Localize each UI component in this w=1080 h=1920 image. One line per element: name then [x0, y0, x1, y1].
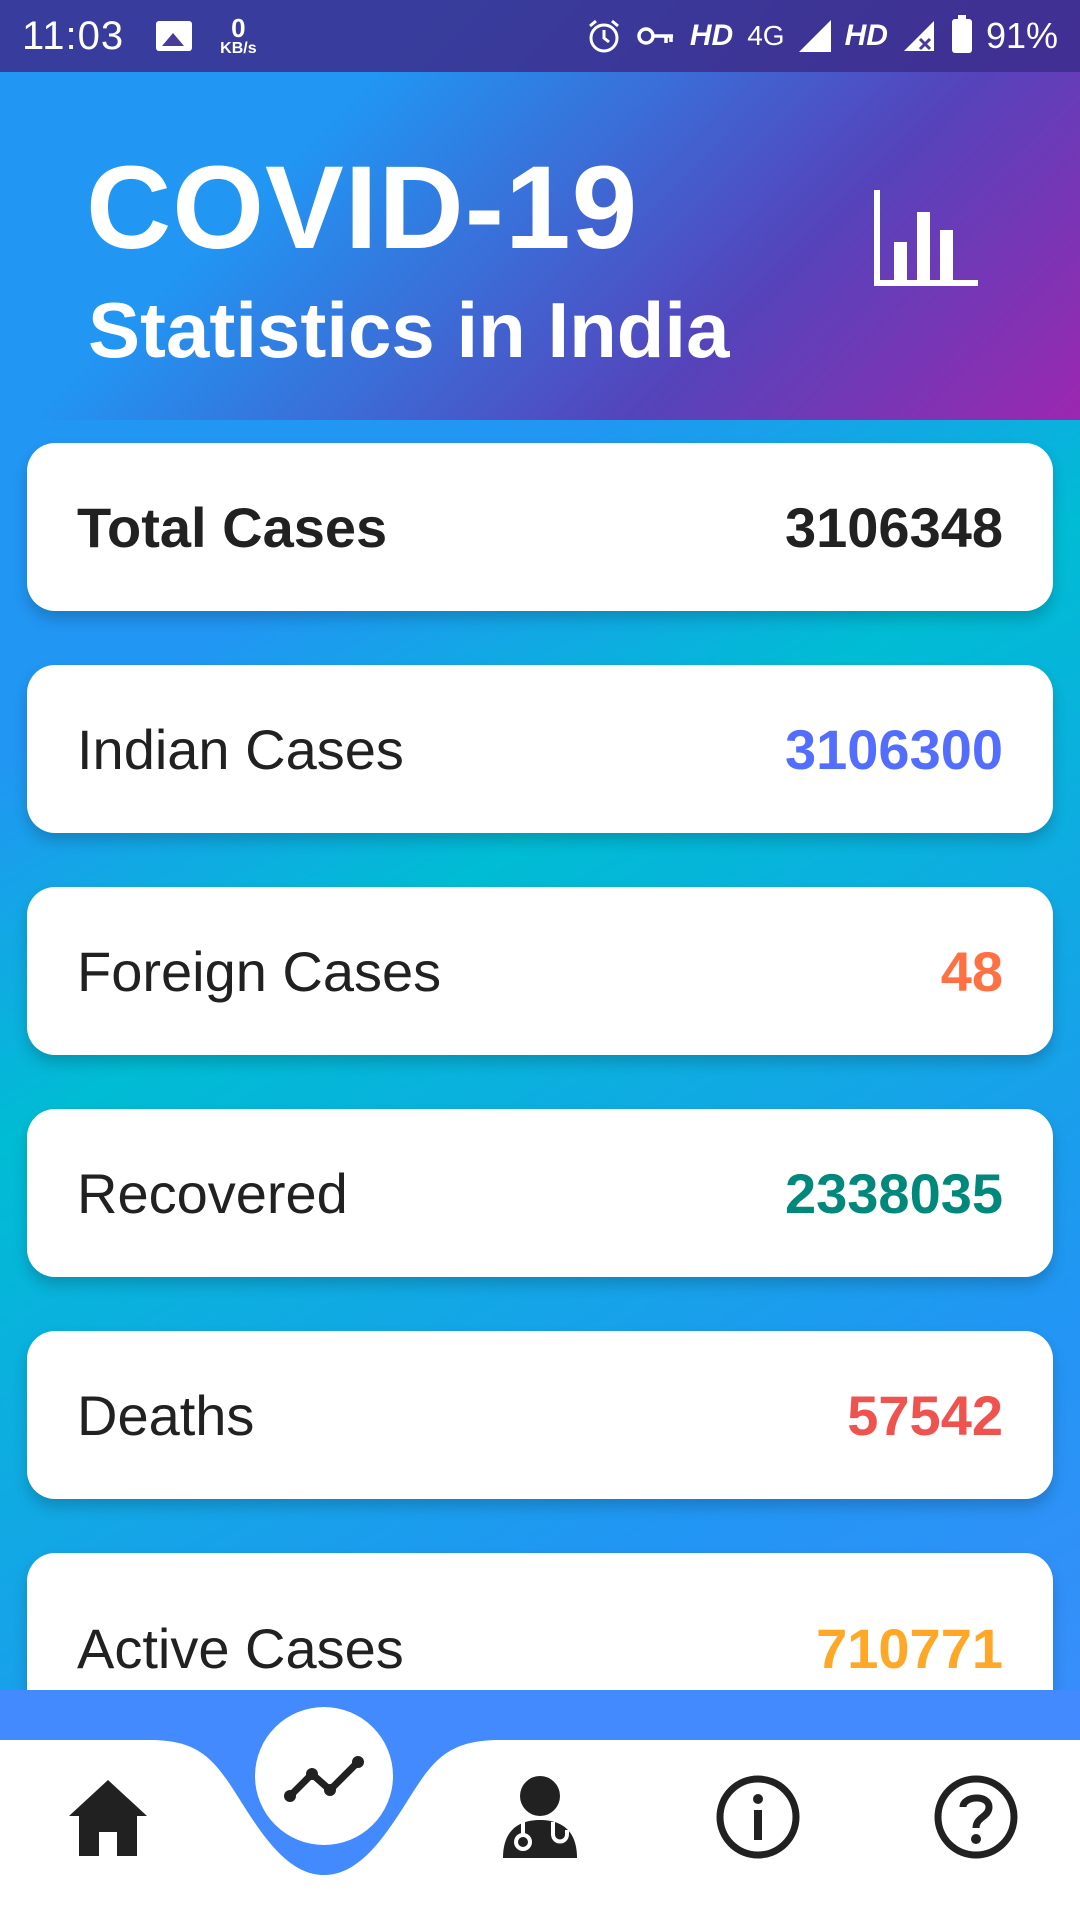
- bar-chart-icon[interactable]: [870, 190, 980, 290]
- foreign-cases-card[interactable]: Foreign Cases 48: [27, 887, 1053, 1055]
- indian-cases-value: 3106300: [784, 717, 1003, 781]
- total-cases-label: Total Cases: [77, 495, 388, 559]
- network-speed-unit: KB/s: [220, 40, 257, 57]
- help-icon[interactable]: [931, 1772, 1021, 1862]
- no-signal-icon: [903, 21, 934, 51]
- indian-cases-card[interactable]: Indian Cases 3106300: [27, 665, 1053, 833]
- battery-percent: 91%: [985, 15, 1058, 56]
- doctor-icon[interactable]: [495, 1772, 585, 1862]
- recovered-card[interactable]: Recovered 2338035: [27, 1109, 1053, 1277]
- deaths-label: Deaths: [77, 1383, 255, 1447]
- alarm-icon: [588, 19, 619, 53]
- deaths-card[interactable]: Deaths 57542: [27, 1331, 1053, 1499]
- status-bar: 11:03 0 KB/s HD 4G HD 91%: [0, 0, 1080, 72]
- active-cases-label: Active Cases: [77, 1617, 404, 1680]
- status-time: 11:03: [22, 13, 125, 58]
- total-cases-value: 3106348: [784, 495, 1003, 559]
- network-type: 4G: [747, 20, 785, 51]
- active-cases-value: 710771: [816, 1617, 1003, 1680]
- deaths-value: 57542: [847, 1383, 1003, 1447]
- active-cases-card[interactable]: Active Cases 710771: [27, 1553, 1053, 1693]
- foreign-cases-label: Foreign Cases: [77, 939, 442, 1003]
- info-icon[interactable]: [713, 1772, 803, 1862]
- recovered-label: Recovered: [77, 1161, 348, 1225]
- hd-voice-indicator: HD: [689, 19, 734, 52]
- app-screen: 11:03 0 KB/s HD 4G HD 91% COVID-19 Stati…: [0, 0, 1080, 1920]
- image-notification-icon: [156, 21, 193, 51]
- network-speed-value: 0: [231, 13, 246, 43]
- recovered-value: 2338035: [784, 1161, 1003, 1225]
- hd-voice-indicator-2: HD: [844, 19, 888, 52]
- foreign-cases-value: 48: [940, 939, 1003, 1003]
- network-speed: 0 KB/s: [220, 15, 256, 57]
- total-cases-card[interactable]: Total Cases 3106348: [27, 443, 1053, 611]
- page-title: COVID-19: [86, 142, 639, 274]
- indian-cases-label: Indian Cases: [77, 717, 404, 781]
- signal-icon: [798, 20, 831, 52]
- statistics-tab-button[interactable]: [255, 1707, 393, 1845]
- page-subtitle: Statistics in India: [88, 286, 730, 374]
- vpn-key-icon: [637, 27, 673, 45]
- trend-icon: [284, 1756, 364, 1802]
- battery-icon: [951, 15, 972, 53]
- home-icon[interactable]: [63, 1772, 153, 1862]
